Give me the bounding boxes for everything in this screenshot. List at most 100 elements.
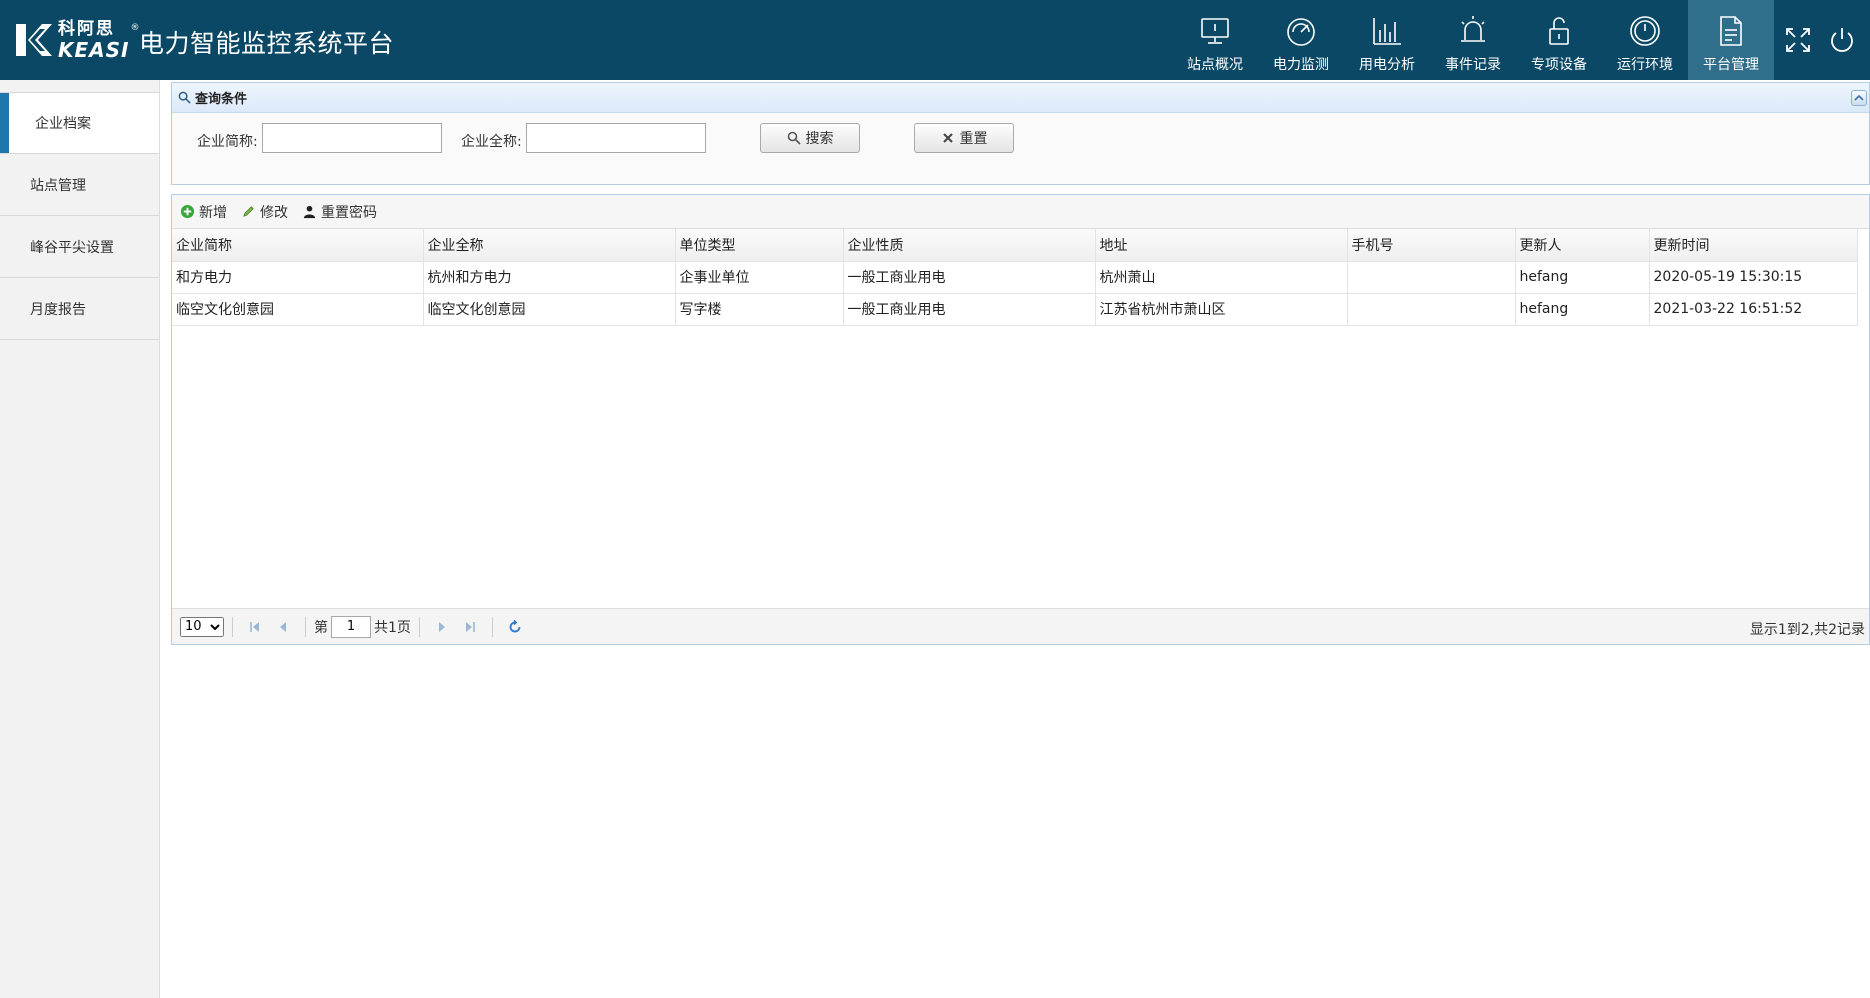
column-header[interactable]: 单位类型	[675, 229, 844, 262]
full-name-label: 企业全称:	[461, 134, 522, 150]
nav-platform-management[interactable]: 平台管理	[1688, 0, 1774, 80]
search-icon	[787, 131, 801, 145]
table-cell	[1347, 261, 1516, 294]
divider	[491, 616, 493, 637]
document-icon	[1720, 16, 1742, 46]
reset-password-label: 重置密码	[321, 204, 377, 221]
logo-english-text: KEASI	[58, 37, 130, 62]
first-page-icon[interactable]	[248, 620, 262, 634]
refresh-icon[interactable]	[508, 619, 522, 634]
edit-button-label: 修改	[260, 204, 288, 221]
table-row[interactable]: 临空文化创意园 临空文化创意园 写字楼 一般工商业用电 江苏省杭州市萧山区 he…	[172, 293, 1858, 326]
fullscreen-icon[interactable]	[1784, 26, 1812, 54]
edit-button[interactable]: 修改	[241, 202, 288, 222]
table-cell: 杭州萧山	[1095, 261, 1348, 294]
page-total: 共1页	[374, 619, 411, 636]
close-icon	[942, 133, 953, 143]
reset-button[interactable]: 重置	[914, 123, 1014, 153]
column-header[interactable]: 手机号	[1347, 229, 1516, 262]
table-cell: 2020-05-19 15:30:15	[1649, 261, 1858, 294]
column-header[interactable]: 企业性质	[843, 229, 1096, 262]
full-name-input[interactable]	[526, 123, 706, 153]
next-page-icon[interactable]	[435, 620, 449, 634]
power-icon[interactable]	[1828, 26, 1856, 54]
prev-page-icon[interactable]	[276, 620, 290, 634]
logo: 科阿思 KEASI ®	[14, 18, 139, 62]
collapse-panel-button[interactable]	[1851, 90, 1867, 106]
table-cell: hefang	[1515, 293, 1650, 326]
sidebar-item-label: 月度报告	[30, 301, 86, 318]
nav-label: 运行环境	[1617, 57, 1673, 73]
page-number-input[interactable]	[331, 615, 371, 638]
table-cell: 和方电力	[172, 261, 424, 294]
lock-icon	[1549, 17, 1569, 45]
column-header[interactable]: 地址	[1095, 229, 1348, 262]
page-prefix: 第	[314, 619, 328, 636]
nav-label: 电力监测	[1273, 57, 1329, 73]
nav-power-monitor[interactable]: 电力监测	[1258, 0, 1344, 80]
column-header[interactable]: 更新人	[1515, 229, 1650, 262]
nav-label: 专项设备	[1531, 57, 1587, 73]
nav-label: 平台管理	[1703, 57, 1759, 73]
user-icon	[303, 205, 316, 219]
table-row[interactable]: 和方电力 杭州和方电力 企事业单位 一般工商业用电 杭州萧山 hefang 20…	[172, 261, 1858, 294]
sidebar-item-enterprise-profile[interactable]: 企业档案	[0, 92, 159, 154]
pencil-icon	[243, 206, 254, 217]
nav-label: 站点概况	[1187, 57, 1243, 73]
nav-event-log[interactable]: 事件记录	[1430, 0, 1516, 80]
table-cell: hefang	[1515, 261, 1650, 294]
add-button-label: 新增	[199, 204, 227, 221]
reset-button-label: 重置	[959, 131, 988, 147]
logo-chinese-text: 科阿思	[58, 18, 115, 39]
search-button-label: 搜索	[805, 131, 834, 147]
nav-site-overview[interactable]: 站点概况	[1172, 0, 1258, 80]
add-button[interactable]: 新增	[180, 202, 227, 222]
table-cell: 2021-03-22 16:51:52	[1649, 293, 1858, 326]
nav-label: 事件记录	[1445, 57, 1501, 73]
sidebar-item-monthly-report[interactable]: 月度报告	[0, 278, 159, 340]
grid-toolbar: 新增 修改 重置密码	[172, 195, 1869, 229]
nav-usage-analysis[interactable]: 用电分析	[1344, 0, 1430, 80]
search-button[interactable]: 搜索	[760, 123, 860, 153]
nav-special-equipment[interactable]: 专项设备	[1516, 0, 1602, 80]
gauge-icon	[1287, 18, 1315, 46]
query-panel: 查询条件 企业简称: 企业全称: 搜索 重置	[171, 82, 1870, 185]
clock-icon	[1630, 16, 1660, 46]
table-cell: 临空文化创意园	[172, 293, 424, 326]
keasi-logo-icon	[16, 24, 52, 56]
nav-run-environment[interactable]: 运行环境	[1602, 0, 1688, 80]
page-size-select[interactable]: 10	[180, 616, 224, 637]
monitor-icon	[1201, 18, 1229, 44]
column-header[interactable]: 企业全称	[423, 229, 676, 262]
top-header: 科阿思 KEASI ® 电力智能监控系统平台 站点概况 电力监测 用电分析 事件…	[0, 0, 1870, 80]
query-panel-title: 查询条件	[195, 92, 248, 107]
table-cell	[1347, 293, 1516, 326]
sidebar-item-site-management[interactable]: 站点管理	[0, 154, 159, 216]
divider	[232, 616, 233, 637]
table-cell: 一般工商业用电	[843, 293, 1096, 326]
chevron-up-icon	[1854, 94, 1864, 101]
sidebar-item-peak-valley-settings[interactable]: 峰谷平尖设置	[0, 216, 159, 278]
alarm-icon	[1461, 16, 1485, 42]
column-header[interactable]: 更新时间	[1649, 229, 1858, 262]
table-cell: 一般工商业用电	[843, 261, 1096, 294]
sidebar-item-label: 峰谷平尖设置	[30, 239, 114, 256]
table-cell: 江苏省杭州市萧山区	[1095, 293, 1348, 326]
search-icon	[178, 91, 191, 104]
table-cell: 临空文化创意园	[423, 293, 676, 326]
top-nav: 站点概况 电力监测 用电分析 事件记录 专项设备 运行环境 平台管理	[1172, 0, 1870, 80]
short-name-input[interactable]	[262, 123, 442, 153]
app-title: 电力智能监控系统平台	[139, 29, 395, 58]
short-name-label: 企业简称:	[197, 134, 258, 150]
record-info: 显示1到2,共2记录	[1749, 622, 1865, 638]
reset-password-button[interactable]: 重置密码	[302, 202, 377, 222]
table-cell: 企事业单位	[675, 261, 844, 294]
divider	[418, 616, 420, 637]
pagination-bar: 10 第 共1页 显示1到2,共2记录	[172, 608, 1869, 644]
sidebar-item-label: 企业档案	[35, 116, 91, 132]
column-header[interactable]: 企业简称	[172, 229, 424, 262]
table-header-row: 企业简称 企业全称 单位类型 企业性质 地址 手机号 更新人 更新时间	[172, 229, 1858, 262]
bar-chart-icon	[1373, 18, 1401, 45]
last-page-icon[interactable]	[463, 620, 477, 634]
sidebar: 企业档案 站点管理 峰谷平尖设置 月度报告	[0, 80, 160, 998]
